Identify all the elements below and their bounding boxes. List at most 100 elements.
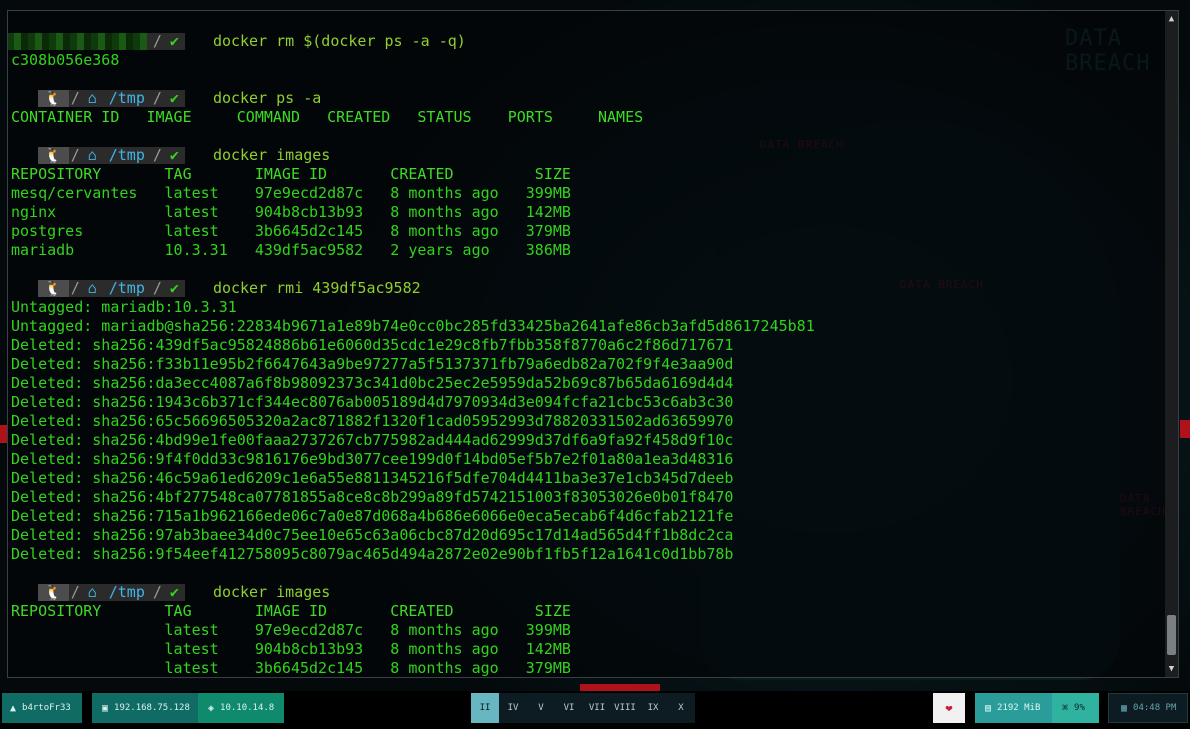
- output-line: nginx latest 904b8cb13b93 8 months ago 1…: [11, 203, 571, 221]
- prompt: 🐧/⌂/tmp/✔: [38, 147, 185, 164]
- home-icon: ⌂: [81, 90, 103, 107]
- monitor-icon: ▣: [102, 702, 109, 714]
- workspace-vii[interactable]: VII: [583, 693, 611, 723]
- output-text: latest 97e9ecd2d87c 8 months ago 399MB: [11, 621, 571, 639]
- user-widget[interactable]: ▲ b4rtoFr33: [2, 693, 82, 723]
- command-text: docker rmi 439df5ac9582: [212, 279, 421, 297]
- prompt-separator: /: [150, 89, 164, 107]
- home-icon: ⌂: [81, 147, 103, 164]
- table-header: CONTAINER ID IMAGE COMMAND CREATED STATU…: [11, 108, 644, 126]
- prompt-line: 🐧 / ⌂/tmp / ✔ docker ps -a: [11, 89, 1164, 108]
- taskbar: ▲ b4rtoFr33 ▣ 192.168.75.128 ◈ 10.10.14.…: [0, 691, 1190, 729]
- prompt-line: 🐧 / ⌂/tmp / ✔ docker images: [11, 583, 1164, 602]
- prompt-separator: /: [150, 146, 164, 164]
- output-line: Deleted: sha256:4bd99e1fe00faaa2737267cb…: [11, 431, 734, 449]
- home-icon: ⌂: [81, 584, 103, 601]
- output-line: Deleted: sha256:4bf277548ca07781855a8ce8…: [11, 488, 734, 506]
- terminal-output: 🐧/⌂/tmp/✔docker rm $(docker ps -a -q)c30…: [8, 32, 1164, 677]
- vpn-ip: 10.10.14.8: [220, 703, 275, 713]
- memory-widget[interactable]: ▤ 2192 MiB: [975, 693, 1052, 723]
- local-ip-widget[interactable]: ▣ 192.168.75.128: [92, 693, 198, 723]
- output-line: Deleted: sha256:9f4f0dd33c9816176e9bd307…: [11, 450, 734, 468]
- prompt-separator: /: [68, 146, 82, 164]
- redacted-block: [8, 33, 147, 50]
- prompt: 🐧/⌂/tmp/✔: [38, 280, 185, 297]
- prompt-line: 🐧/⌂/tmp/✔docker rm $(docker ps -a -q): [11, 32, 1164, 51]
- scrollbar-thumb[interactable]: [1167, 615, 1176, 655]
- prompt-directory: /tmp: [102, 147, 151, 164]
- linux-icon: 🐧: [38, 147, 69, 164]
- cpu-widget[interactable]: ⌘ 9%: [1052, 693, 1099, 723]
- workspace-ii[interactable]: II: [471, 693, 499, 723]
- prompt-directory: /tmp: [102, 90, 151, 107]
- output-line: c308b056e368: [11, 51, 120, 69]
- output-text: latest 3b6645d2c145 8 months ago 379MB: [11, 659, 571, 677]
- prompt-separator: /: [150, 583, 164, 601]
- local-ip: 192.168.75.128: [114, 703, 190, 713]
- output-line: Deleted: sha256:65c56696505320a2ac871882…: [11, 412, 734, 430]
- clock-time: 04:48 PM: [1133, 703, 1177, 713]
- output-line: Deleted: sha256:46c59a61ed6209c1e6a55e88…: [11, 469, 734, 487]
- output-line: mariadb 10.3.31 439df5ac9582 2 years ago…: [11, 241, 571, 259]
- workspace-switcher: II IV V VI VII VIII IX X: [471, 693, 695, 723]
- prompt-line: 🐧 / ⌂/tmp / ✔ docker images: [11, 146, 1164, 165]
- prompt-directory: /tmp: [102, 584, 151, 601]
- prompt-line: 🐧 / ⌂/tmp / ✔ docker rmi 439df5ac9582: [11, 279, 1164, 298]
- scroll-down-arrow-icon[interactable]: ▼: [1165, 663, 1178, 675]
- cube-icon: ◈: [208, 702, 215, 714]
- workspace-v[interactable]: V: [527, 693, 555, 723]
- scroll-up-arrow-icon[interactable]: ▲: [1165, 13, 1178, 25]
- cpu-usage: 9%: [1074, 703, 1085, 713]
- terminal-window[interactable]: 🐧/⌂/tmp/✔docker rm $(docker ps -a -q)c30…: [7, 10, 1179, 678]
- clock-widget[interactable]: ▦ 04:48 PM: [1108, 693, 1188, 723]
- table-header: REPOSITORY TAG IMAGE ID CREATED SIZE: [11, 602, 571, 620]
- output-line: postgres latest 3b6645d2c145 8 months ag…: [11, 222, 571, 240]
- vpn-ip-widget[interactable]: ◈ 10.10.14.8: [198, 693, 284, 723]
- prompt: 🐧/⌂/tmp/✔: [38, 90, 185, 107]
- heart-icon: ❤: [945, 701, 953, 715]
- command-text: docker images: [212, 583, 331, 601]
- linux-icon: 🐧: [38, 280, 69, 297]
- check-icon: ✔: [163, 280, 185, 297]
- linux-icon: 🐧: [38, 584, 69, 601]
- output-line: Deleted: sha256:97ab3baee34d0c75ee10e65c…: [11, 526, 734, 544]
- output-line: Deleted: sha256:9f54eef412758095c8079ac4…: [11, 545, 734, 563]
- check-icon: ✔: [163, 33, 185, 50]
- command-text: docker ps -a: [212, 89, 322, 107]
- table-header: REPOSITORY TAG IMAGE ID CREATED SIZE: [11, 165, 571, 183]
- workspace-x[interactable]: X: [667, 693, 695, 723]
- output-line: mesq/cervantes latest 97e9ecd2d87c 8 mon…: [11, 184, 571, 202]
- workspace-iv[interactable]: IV: [499, 693, 527, 723]
- workspace-vi[interactable]: VI: [555, 693, 583, 723]
- prompt: 🐧/⌂/tmp/✔: [38, 584, 185, 601]
- memory-usage: 2192 MiB: [997, 703, 1041, 713]
- cpu-icon: ⌘: [1062, 702, 1069, 714]
- output-line: Deleted: sha256:439df5ac95824886b61e6060…: [11, 336, 734, 354]
- prompt-separator: /: [68, 89, 82, 107]
- terminal-scrollbar[interactable]: ▲ ▼: [1165, 11, 1178, 677]
- prompt-separator: /: [150, 32, 164, 50]
- prompt-directory: /tmp: [102, 280, 151, 297]
- output-line: Deleted: sha256:715a1b962166ede06c7a0e87…: [11, 507, 734, 525]
- output-line: Deleted: sha256:da3ecc4087a6f8b98092373c…: [11, 374, 734, 392]
- prompt-separator: /: [150, 279, 164, 297]
- output-line: Untagged: mariadb:10.3.31: [11, 298, 237, 316]
- heart-widget[interactable]: ❤: [933, 693, 965, 723]
- check-icon: ✔: [163, 584, 185, 601]
- username: b4rtoFr33: [22, 703, 71, 713]
- prompt-separator: /: [68, 583, 82, 601]
- workspace-viii[interactable]: VIII: [611, 693, 639, 723]
- output-text: latest 904b8cb13b93 8 months ago 142MB: [11, 640, 571, 658]
- output-line: latest 3b6645d2c145 8 months ago 379MB: [8, 33, 1164, 677]
- memory-icon: ▤: [985, 702, 992, 714]
- workspace-ix[interactable]: IX: [639, 693, 667, 723]
- output-line: Deleted: sha256:1943c6b371cf344ec8076ab0…: [11, 393, 734, 411]
- prompt-separator: /: [68, 279, 82, 297]
- output-line: latest 97e9ecd2d87c 8 months ago 399MB: [8, 33, 1164, 640]
- home-icon: ⌂: [81, 280, 103, 297]
- check-icon: ✔: [163, 147, 185, 164]
